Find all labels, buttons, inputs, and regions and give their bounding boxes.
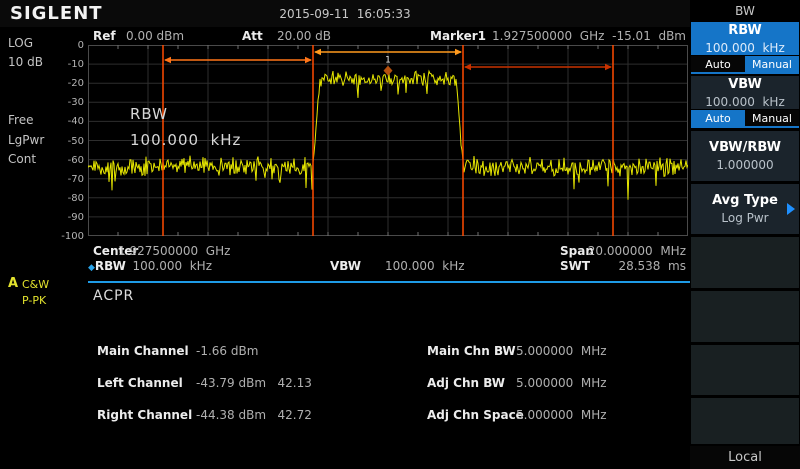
status-sweep: Cont xyxy=(8,152,36,166)
rbw-softkey-title: RBW xyxy=(728,23,762,38)
y-tick-1: -10 xyxy=(50,59,84,70)
softkey-avg-type[interactable]: Avg Type Log Pwr xyxy=(691,184,799,234)
softkey-empty-1[interactable] xyxy=(691,237,799,288)
y-tick-7: -70 xyxy=(50,174,84,185)
rbw-softkey-value: 100.000 kHz xyxy=(705,41,785,55)
vbw-auto-option[interactable]: Auto xyxy=(691,110,745,126)
trace-a-label: A xyxy=(8,276,18,291)
avg-type-value: Log Pwr xyxy=(721,211,768,225)
att-value: 20.00 dB xyxy=(277,29,331,43)
top-bar: SIGLENT 2015-09-11 16:05:33 xyxy=(0,0,690,27)
status-scale: 10 dB xyxy=(8,55,43,69)
y-tick-2: -20 xyxy=(50,78,84,89)
status-log: LOG xyxy=(8,36,33,50)
ref-label: Ref xyxy=(93,29,116,43)
acpr-right-channel-label: Right Channel xyxy=(97,408,192,422)
ref-value: 0.00 dBm xyxy=(126,29,184,43)
acpr-adj-space-value: 5.000000 MHz xyxy=(516,408,607,422)
y-tick-4: -40 xyxy=(50,116,84,127)
softkey-vbw[interactable]: VBW 100.000 kHz xyxy=(691,76,799,109)
vbw-auto-manual-toggle: Auto Manual xyxy=(691,110,799,128)
vbw-softkey-value: 100.000 kHz xyxy=(705,95,785,109)
trace-mode-label: C&W xyxy=(22,278,49,291)
y-tick-6: -60 xyxy=(50,155,84,166)
y-tick-8: -80 xyxy=(50,193,84,204)
acpr-separator-line xyxy=(88,281,692,283)
acpr-adj-bw-label: Adj Chn BW xyxy=(427,376,505,390)
vbw-softkey-title: VBW xyxy=(728,77,762,92)
acpr-left-channel-value: -43.79 dBm 42.13 xyxy=(196,376,312,390)
datetime: 2015-09-11 16:05:33 xyxy=(0,7,690,21)
status-avgtype: LgPwr xyxy=(8,133,44,147)
y-tick-0: 0 xyxy=(50,40,84,51)
acpr-right-channel-value: -44.38 dBm 42.72 xyxy=(196,408,312,422)
marker-frequency: 1.927500000 GHz xyxy=(492,29,604,43)
coupled-marker-icon: ◆ xyxy=(88,263,95,273)
softkey-empty-4[interactable] xyxy=(691,398,799,444)
acpr-main-bw-value: 5.000000 MHz xyxy=(516,344,607,358)
local-button[interactable]: Local xyxy=(690,446,800,469)
att-label: Att xyxy=(242,29,263,43)
avg-type-title: Avg Type xyxy=(712,193,778,208)
submenu-arrow-icon xyxy=(787,203,795,215)
softkey-empty-3[interactable] xyxy=(691,345,799,395)
menu-title: BW xyxy=(690,4,800,18)
rbw-overlay-value: 100.000 kHz xyxy=(130,131,241,149)
acpr-main-channel-value: -1.66 dBm xyxy=(196,344,258,358)
vbw-footer-label: VBW xyxy=(330,259,361,273)
softkey-menu: BW RBW 100.000 kHz Auto Manual VBW 100.0… xyxy=(690,0,800,469)
rbw-footer-value: 100.000 kHz xyxy=(118,259,212,273)
acpr-main-channel-label: Main Channel xyxy=(97,344,189,358)
rbw-auto-option[interactable]: Auto xyxy=(691,56,745,72)
status-trigger: Free xyxy=(8,113,33,127)
svg-text:1: 1 xyxy=(385,56,391,66)
rbw-overlay-label: RBW xyxy=(130,105,168,123)
ratio-softkey-value: 1.000000 xyxy=(716,158,773,172)
softkey-empty-2[interactable] xyxy=(691,291,799,342)
softkey-vbw-rbw-ratio[interactable]: VBW/RBW 1.000000 xyxy=(691,131,799,181)
y-tick-5: -50 xyxy=(50,136,84,147)
y-tick-10: -100 xyxy=(50,231,84,242)
softkey-rbw[interactable]: RBW 100.000 kHz xyxy=(691,22,799,55)
span-value: 20.000000 MHz xyxy=(576,244,686,258)
acpr-title: ACPR xyxy=(93,288,134,304)
y-tick-9: -90 xyxy=(50,212,84,223)
vbw-footer-value: 100.000 kHz xyxy=(385,259,465,273)
acpr-main-bw-label: Main Chn BW xyxy=(427,344,516,358)
acpr-left-channel-label: Left Channel xyxy=(97,376,183,390)
swt-value: 28.538 ms xyxy=(576,259,686,273)
center-value: 1.927500000 GHz xyxy=(118,244,212,258)
acpr-adj-bw-value: 5.000000 MHz xyxy=(516,376,607,390)
vbw-manual-option[interactable]: Manual xyxy=(745,110,799,126)
trace-detector-label: P-PK xyxy=(22,294,46,307)
y-tick-3: -30 xyxy=(50,97,84,108)
rbw-auto-manual-toggle: Auto Manual xyxy=(691,56,799,74)
marker-amplitude: -15.01 dBm xyxy=(596,29,686,43)
acpr-adj-space-label: Adj Chn Space xyxy=(427,408,524,422)
ratio-softkey-title: VBW/RBW xyxy=(709,140,781,155)
rbw-manual-option[interactable]: Manual xyxy=(745,56,799,72)
marker-label: Marker1 xyxy=(430,29,486,43)
